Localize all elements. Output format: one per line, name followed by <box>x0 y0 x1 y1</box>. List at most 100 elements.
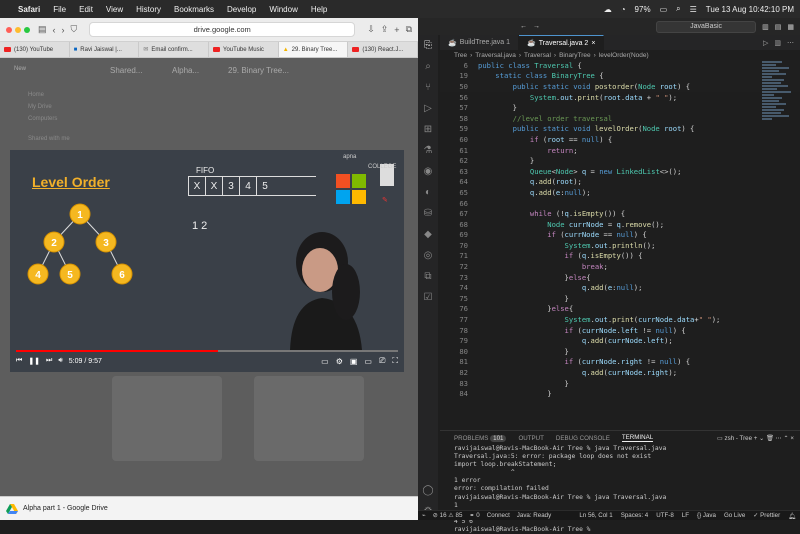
status-cursor[interactable]: Ln 56, Col 1 <box>579 512 612 520</box>
shield-icon[interactable]: ⛉ <box>71 24 78 35</box>
tab-problems[interactable]: PROBLEMS 101 <box>454 434 507 442</box>
forward-icon[interactable]: › <box>62 25 65 35</box>
more-actions-icon[interactable]: ⋯ <box>787 39 794 47</box>
drive-footer-title[interactable]: Alpha part 1 - Google Drive <box>23 505 108 512</box>
tab-output[interactable]: OUTPUT <box>518 435 543 442</box>
status-problems[interactable]: ⊘ 16 ⚠ 85 <box>433 512 463 519</box>
menu-bookmarks[interactable]: Bookmarks <box>174 5 214 14</box>
testing-icon[interactable]: ⚗ <box>418 140 438 161</box>
status-ports[interactable]: ⚭ 0 <box>469 512 479 519</box>
database-icon[interactable]: ⛁ <box>418 203 438 224</box>
zoom-window-button[interactable] <box>24 26 30 33</box>
menu-help[interactable]: Help <box>311 5 327 14</box>
terminal-selector[interactable]: ▭ zsh - Tree + ⌄ 🗑︎ ⋯ ⌃ × <box>717 434 794 442</box>
browser-tab[interactable]: (130) React.J... <box>348 42 419 57</box>
minimap[interactable] <box>762 61 796 181</box>
explorer-icon[interactable]: ⎘ <box>418 35 438 56</box>
close-window-button[interactable] <box>6 26 12 33</box>
download-icon[interactable]: ⇩ <box>367 24 375 35</box>
search-icon[interactable]: ⌕ <box>676 4 680 14</box>
breadcrumb-item[interactable]: Traversal.java <box>475 52 516 59</box>
skip-forward-icon[interactable]: ⏭ <box>46 357 52 365</box>
miniplayer-icon[interactable]: ▣ <box>350 357 358 366</box>
battery-icon[interactable]: ▭ <box>660 5 668 14</box>
back-icon[interactable]: ‹ <box>53 25 56 35</box>
notifications-bell-icon[interactable]: 🔔︎ <box>788 512 796 520</box>
nav-back-icon[interactable]: ← <box>520 23 527 30</box>
status-connect[interactable]: Connect <box>487 512 510 519</box>
tab-debug-console[interactable]: DEBUG CONSOLE <box>556 435 610 442</box>
command-center-search[interactable]: JavaBasic <box>656 20 757 33</box>
video-player[interactable]: Level Order 1 2 3 4 5 6 FIFO X X 3 4 5 1… <box>10 150 404 372</box>
tab-buildtree[interactable]: ☕ BuildTree.java 1 <box>440 35 520 50</box>
source-control-icon[interactable]: ⑂ <box>418 77 438 98</box>
account-icon[interactable]: ◯ <box>418 480 438 501</box>
code-line: 59 public static void levelOrder(Node ro… <box>459 124 695 134</box>
menu-develop[interactable]: Develop <box>227 5 256 14</box>
search-icon[interactable]: ⌕ <box>418 56 438 77</box>
split-editor-icon[interactable]: ▥ <box>774 39 781 47</box>
settings-icon[interactable]: ⚙ <box>336 357 343 366</box>
cast-icon[interactable]: ⎚ <box>379 356 385 366</box>
address-bar[interactable]: drive.google.com <box>89 22 356 37</box>
menu-view[interactable]: View <box>106 5 123 14</box>
test-explorer-icon[interactable]: ☑ <box>418 287 438 308</box>
remote-indicator-icon[interactable]: ⌁ <box>422 512 426 519</box>
status-indent[interactable]: Spaces: 4 <box>621 512 649 520</box>
nav-forward-icon[interactable]: → <box>533 23 540 30</box>
tab-overview-icon[interactable]: ⧉ <box>406 24 412 35</box>
new-tab-icon[interactable]: + <box>394 25 399 35</box>
browser-tab[interactable]: ✉ Email confirm... <box>139 42 210 57</box>
fullscreen-icon[interactable]: ⛶ <box>392 356 398 366</box>
breadcrumb-item[interactable]: Traversal <box>524 52 551 59</box>
layout-icon[interactable]: ▥ <box>762 23 769 31</box>
tab-terminal[interactable]: TERMINAL <box>621 434 654 442</box>
status-go-live[interactable]: Go Live <box>724 512 745 520</box>
menu-window[interactable]: Window <box>269 5 297 14</box>
remote-icon[interactable]: ◉ <box>418 161 438 182</box>
status-language[interactable]: {} Java <box>697 512 716 520</box>
terminal-output[interactable]: ravijaiswal@Ravis-MacBook-Air Tree % jav… <box>440 445 800 534</box>
minimize-window-button[interactable] <box>15 26 21 33</box>
control-center-icon[interactable]: ☰ <box>690 5 697 14</box>
sidebar-toggle-icon[interactable]: ▦ <box>787 23 794 31</box>
menu-app-name[interactable]: Safari <box>18 5 40 14</box>
battery-percent[interactable]: 97% <box>635 5 651 14</box>
code-editor[interactable]: ☕ BuildTree.java 1 ☕ Traversal.java 2 × ▷ ▥… <box>440 35 800 430</box>
browser-tab-active[interactable]: ▲ 29. Binary Tree... <box>278 42 349 57</box>
skip-back-icon[interactable]: ⏮ <box>16 357 22 365</box>
wifi-icon[interactable]: ◔ <box>621 5 626 14</box>
browser-tab[interactable]: (130) YouTube <box>0 42 70 57</box>
menu-history[interactable]: History <box>136 5 161 14</box>
breadcrumb-item[interactable]: Tree <box>454 52 467 59</box>
github-icon[interactable]: ◐ <box>418 182 438 203</box>
java-projects-icon[interactable]: ⧉ <box>418 266 438 287</box>
menu-edit[interactable]: Edit <box>79 5 93 14</box>
run-debug-icon[interactable]: ▷ <box>418 98 438 119</box>
tab-traversal[interactable]: ☕ Traversal.java 2 × <box>519 35 605 50</box>
live-share-icon[interactable]: ◎ <box>418 245 438 266</box>
volume-icon[interactable]: 🔊︎ <box>58 357 62 365</box>
docker-icon[interactable]: ◆ <box>418 224 438 245</box>
status-prettier[interactable]: ✓ Prettier <box>753 512 780 520</box>
close-tab-icon[interactable]: × <box>591 40 595 47</box>
clock[interactable]: Tue 13 Aug 10:42:10 PM <box>706 5 794 14</box>
browser-tab[interactable]: YouTube Music <box>209 42 279 57</box>
captions-icon[interactable]: ▭ <box>321 357 329 366</box>
breadcrumb-item[interactable]: BinaryTree <box>559 52 591 59</box>
play-pause-icon[interactable]: ❚❚ <box>28 357 40 365</box>
share-icon[interactable]: ⇪ <box>381 24 389 35</box>
run-code-icon[interactable]: ▷ <box>763 39 768 47</box>
breadcrumb-item[interactable]: levelOrder(Node) <box>599 52 649 59</box>
extensions-icon[interactable]: ⊞ <box>418 119 438 140</box>
status-java[interactable]: Java: Ready <box>517 512 551 519</box>
sidebar-toggle-icon[interactable]: ▤ <box>38 24 47 35</box>
tab-label: Email confirm... <box>151 46 193 53</box>
browser-tab[interactable]: ■ Ravi Jaiswal |... <box>70 42 140 57</box>
status-encoding[interactable]: UTF-8 <box>656 512 674 520</box>
theater-icon[interactable]: ▭ <box>364 357 372 366</box>
cloud-icon[interactable]: ☁ <box>604 5 612 14</box>
menu-file[interactable]: File <box>53 5 66 14</box>
panel-toggle-icon[interactable]: ▤ <box>775 23 782 31</box>
status-eol[interactable]: LF <box>682 512 689 520</box>
